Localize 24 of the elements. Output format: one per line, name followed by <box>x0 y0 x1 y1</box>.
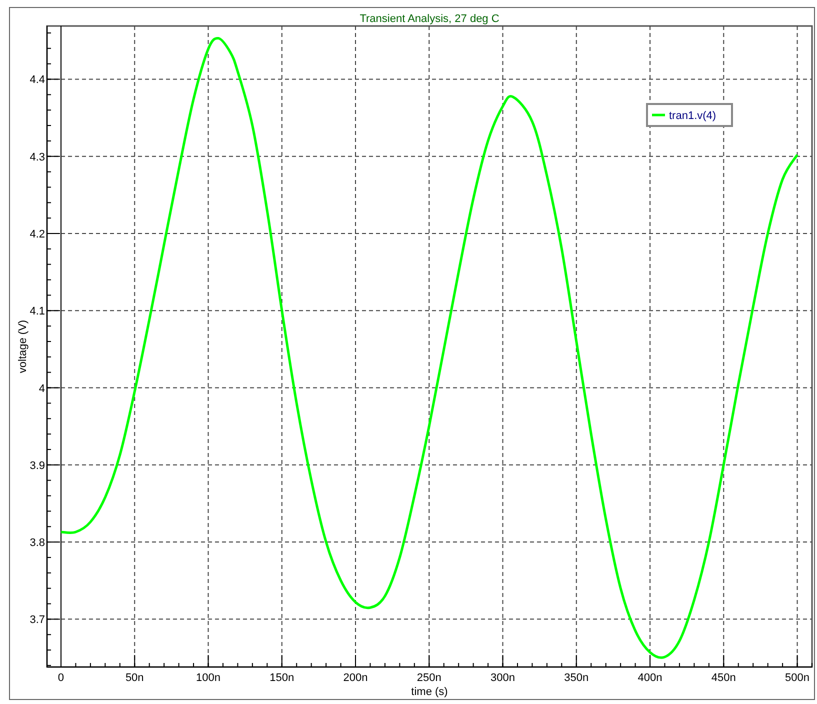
tick-label: 500n <box>785 672 810 684</box>
tick-label: 4.1 <box>30 306 45 318</box>
tick-label: 350n <box>564 672 589 684</box>
tick-label: 50n <box>125 672 144 684</box>
tick-label: 400n <box>638 672 662 684</box>
tick-label: 4.3 <box>30 151 45 164</box>
tick-label: 100n <box>196 672 220 684</box>
tick-label: 3.9 <box>30 460 45 472</box>
tick-label: 250n <box>416 672 442 684</box>
tick-label: 4 <box>38 382 45 395</box>
tick-label: 450n <box>711 672 736 684</box>
tick-label: 300n <box>490 672 515 684</box>
tick-label: 3.8 <box>30 537 45 550</box>
tick-label: 0 <box>58 672 64 684</box>
tick-label: 4.2 <box>30 228 45 240</box>
chart-title: Transient Analysis, 27 deg C <box>360 13 500 25</box>
tick-label: 4.4 <box>30 74 45 86</box>
legend-label: tran1.v(4) <box>669 110 716 122</box>
legend-line-icon <box>652 114 665 116</box>
axis-title: voltage (V) <box>17 320 29 374</box>
tick-label: 3.7 <box>30 614 45 626</box>
tick-label: 150n <box>270 672 294 684</box>
tick-label: 200n <box>343 672 368 684</box>
axis-title: time (s) <box>411 686 448 698</box>
